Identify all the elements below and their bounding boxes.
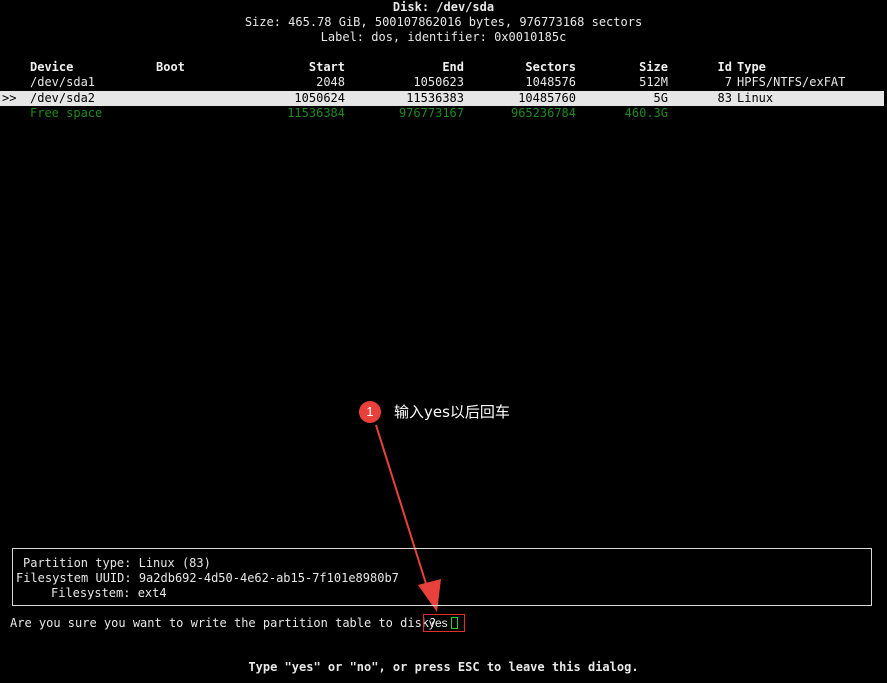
selection-marker: >> <box>2 91 17 105</box>
row-device: Free space <box>30 106 103 120</box>
row-size: 512M <box>639 75 668 89</box>
row-id: 7 <box>724 75 732 89</box>
partition-row-sda2[interactable]: >> /dev/sda2 1050624 11536383 10485760 5… <box>0 91 884 106</box>
disk-label-line: Label: dos, identifier: 0x0010185c <box>320 30 567 44</box>
row-end: 11536383 <box>406 91 464 105</box>
row-id: 83 <box>717 91 732 105</box>
answer-input[interactable]: yes <box>423 614 465 632</box>
row-end: 976773167 <box>398 106 464 120</box>
row-sectors: 965236784 <box>510 106 576 120</box>
partition-info-box: Partition type: Linux (83) Filesystem UU… <box>12 548 872 606</box>
row-sectors: 10485760 <box>518 91 576 105</box>
row-sectors: 1048576 <box>525 75 576 89</box>
column-header-sectors: Sectors <box>525 60 576 74</box>
info-partition-type: Partition type: Linux (83) <box>23 556 211 570</box>
row-start: 1050624 <box>294 91 345 105</box>
row-start: 11536384 <box>287 106 345 120</box>
column-header-type: Type <box>737 60 766 74</box>
partition-row-sda1[interactable]: /dev/sda1 2048 1050623 1048576 512M 7 HP… <box>0 75 884 90</box>
text-cursor <box>451 617 458 629</box>
row-type: Linux <box>737 91 774 105</box>
confirm-question: Are you sure you want to write the parti… <box>10 616 437 630</box>
table-header: Device Boot Start End Sectors Size Id Ty… <box>0 60 884 75</box>
disk-size-line: Size: 465.78 GiB, 500107862016 bytes, 97… <box>244 15 643 29</box>
dialog-hint: Type "yes" or "no", or press ESC to leav… <box>248 660 639 674</box>
disk-title: Disk: /dev/sda <box>392 0 495 14</box>
info-filesystem-uuid: Filesystem UUID: 9a2db692-4d50-4e62-ab15… <box>16 571 399 585</box>
row-device: /dev/sda1 <box>30 75 96 89</box>
column-header-end: End <box>442 60 464 74</box>
column-header-device: Device <box>30 60 74 74</box>
answer-input-value: yes <box>429 616 448 630</box>
row-size: 5G <box>653 91 668 105</box>
row-device: /dev/sda2 <box>30 91 96 105</box>
row-start: 2048 <box>316 75 345 89</box>
partition-row-free-space[interactable]: Free space 11536384 976773167 965236784 … <box>0 106 884 121</box>
row-type: HPFS/NTFS/exFAT <box>737 75 846 89</box>
column-header-start: Start <box>308 60 345 74</box>
info-filesystem: Filesystem: ext4 <box>51 586 167 600</box>
annotation-step-badge: 1 <box>359 401 381 423</box>
column-header-id: Id <box>717 60 732 74</box>
annotation-text: 输入yes以后回车 <box>394 403 510 421</box>
row-size: 460.3G <box>624 106 668 120</box>
column-header-boot: Boot <box>156 60 185 74</box>
row-end: 1050623 <box>413 75 464 89</box>
column-header-size: Size <box>639 60 668 74</box>
